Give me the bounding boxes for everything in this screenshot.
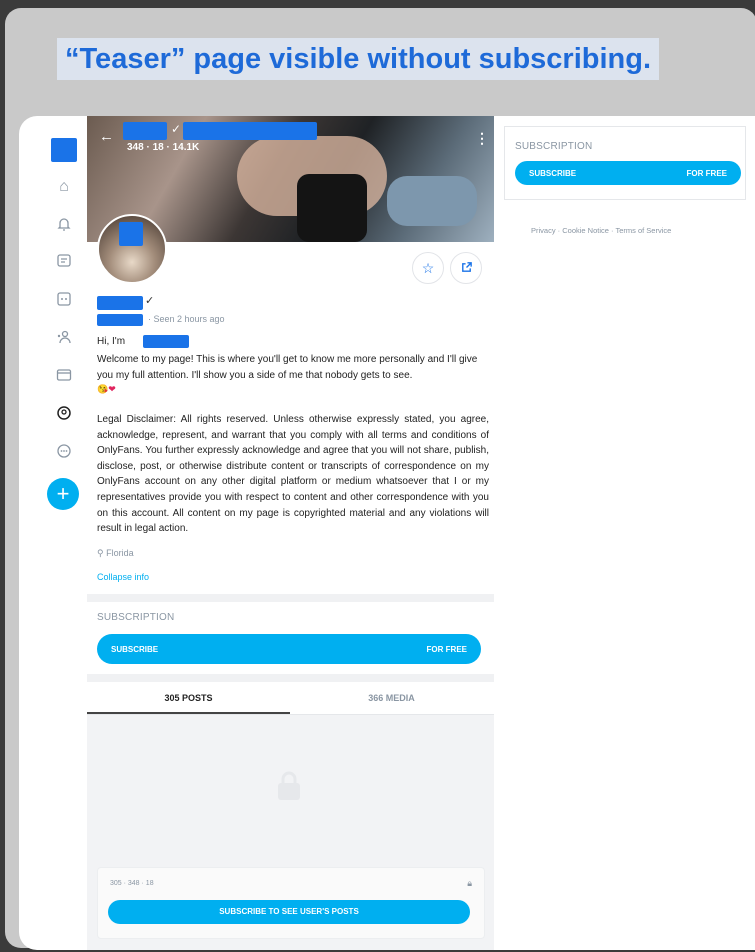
home-icon[interactable]: ⌂: [53, 176, 75, 198]
legal-disclaimer: Legal Disclaimer: All rights reserved. U…: [97, 414, 489, 535]
pin-icon: ⚲: [97, 548, 104, 558]
active-tab-indicator: [87, 712, 290, 714]
redacted-name: [123, 122, 167, 140]
redacted-display-name: [97, 296, 143, 310]
bio-emoji: 😘❤: [97, 384, 116, 394]
verified-icon: ✓: [171, 122, 182, 136]
profile-icon[interactable]: [53, 402, 75, 424]
cover-stats: 348 · 18 · 14.1K: [127, 142, 200, 153]
messages-icon[interactable]: [53, 250, 75, 272]
headline: “Teaser” page visible without subscribin…: [57, 38, 660, 80]
teaser-stats: 305 · 348 · 18: [110, 880, 154, 887]
redacted-username: [183, 122, 317, 140]
right-column: SUBSCRIPTION SUBSCRIBE FOR FREE Privacy ·…: [494, 116, 755, 950]
footer-links[interactable]: Privacy · Cookie Notice · Terms of Servi…: [531, 226, 671, 235]
bell-icon[interactable]: [53, 213, 75, 235]
small-lock-icon: 🔒︎: [467, 878, 472, 888]
subscriptions-icon[interactable]: [53, 326, 75, 348]
subscribe-to-see-posts-button[interactable]: SUBSCRIBE TO SEE USER'S POSTS: [108, 900, 470, 924]
redacted-handle: [97, 314, 143, 326]
greeting: Hi, I'm: [97, 336, 126, 347]
subscription-label-right: SUBSCRIPTION: [515, 141, 593, 152]
slide-frame: “Teaser” page visible without subscribin…: [5, 8, 755, 950]
more-options-icon[interactable]: ⋮: [475, 130, 489, 147]
tab-media[interactable]: 366 MEDIA: [290, 682, 493, 714]
collapse-info-link[interactable]: Collapse info: [97, 572, 149, 582]
profile-column: ← ✓ 348 · 18 · 14.1K ⋮ ☆ ✓ · Seen 2 hour…: [87, 116, 494, 950]
card-icon[interactable]: [53, 364, 75, 386]
avatar-redacted[interactable]: [51, 138, 77, 162]
bio-text: Welcome to my page! This is where you'll…: [97, 354, 478, 381]
collections-icon[interactable]: [53, 288, 75, 310]
favorite-star-button[interactable]: ☆: [412, 252, 444, 284]
teaser-card: 305 · 348 · 18 🔒︎ SUBSCRIBE TO SEE USER'…: [97, 867, 485, 939]
subscribe-button-right[interactable]: SUBSCRIBE FOR FREE: [515, 161, 741, 185]
subscribe-button[interactable]: SUBSCRIBE FOR FREE: [97, 634, 481, 664]
sidebar: ⌂ +: [19, 116, 87, 950]
content-tabs: 305 POSTS 366 MEDIA: [87, 682, 494, 715]
subscription-label: SUBSCRIPTION: [97, 612, 175, 623]
redacted-greeting-name: [143, 335, 189, 348]
lock-icon: [275, 770, 303, 802]
more-icon[interactable]: [53, 440, 75, 462]
share-button[interactable]: [450, 252, 482, 284]
profile-avatar: [97, 214, 167, 284]
tab-posts[interactable]: 305 POSTS: [87, 682, 290, 714]
location: ⚲ Florida: [97, 548, 134, 558]
subscription-card: SUBSCRIPTION SUBSCRIBE FOR FREE: [504, 126, 746, 200]
new-post-button[interactable]: +: [47, 478, 79, 510]
back-arrow-icon[interactable]: ←: [99, 128, 114, 145]
locked-feed: 305 · 348 · 18 🔒︎ SUBSCRIBE TO SEE USER'…: [87, 715, 494, 950]
last-seen: · Seen 2 hours ago: [148, 314, 225, 324]
app-screen: ⌂ + ← ✓ 348 · 18 · 14.1K ⋮ ☆ ✓ · Seen 2 …: [19, 116, 755, 950]
verified-badge-icon: ✓: [145, 295, 155, 307]
